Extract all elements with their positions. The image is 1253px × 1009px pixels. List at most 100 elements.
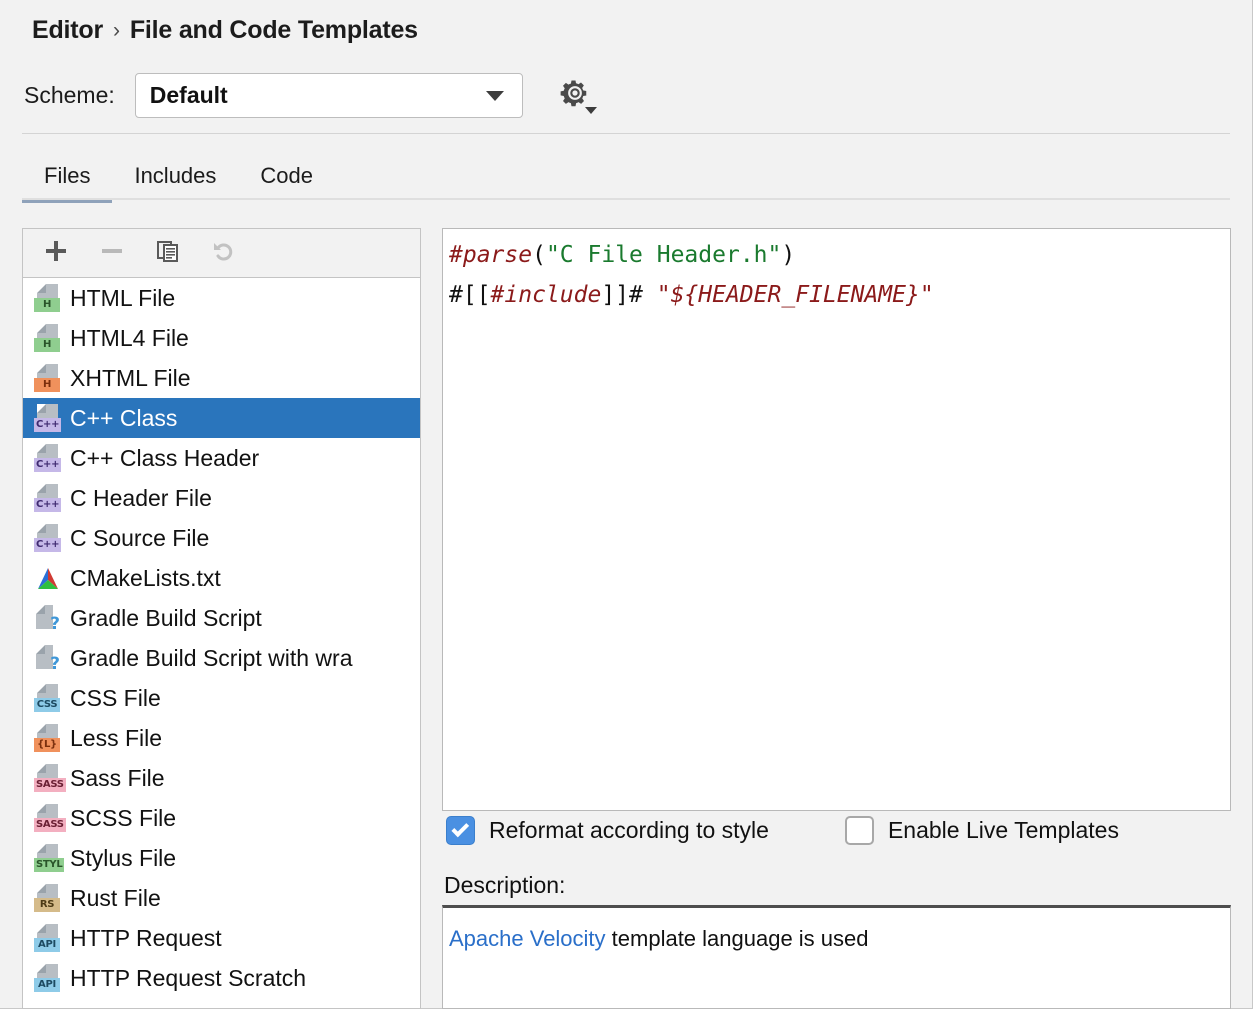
copy-button[interactable] (151, 236, 185, 270)
reset-button[interactable] (207, 236, 241, 270)
copy-icon (155, 238, 181, 269)
code-token-variable: "${HEADER_FILENAME}" (657, 282, 934, 308)
list-item-label: Rust File (70, 885, 161, 912)
http-file-icon: API (33, 963, 61, 993)
code-token-plain: ]]# (601, 282, 656, 308)
code-line: #[[#include]]# "${HEADER_FILENAME}" (449, 275, 1230, 315)
list-item[interactable]: STYLStylus File (23, 838, 420, 878)
list-item[interactable]: H HTML4 File (23, 318, 420, 358)
chevron-down-icon (585, 107, 597, 114)
remove-button[interactable] (95, 236, 129, 270)
list-item-label: HTTP Request Scratch (70, 965, 306, 992)
description-text: Apache Velocity template language is use… (443, 908, 1230, 952)
list-item[interactable]: API HTTP Request Scratch (23, 958, 420, 998)
code-token-directive: #parse (449, 242, 532, 268)
xhtml-file-icon: H (33, 363, 61, 393)
reformat-checkbox[interactable]: Reformat according to style (446, 816, 769, 845)
list-item[interactable]: SASSSCSS File (23, 798, 420, 838)
list-item-label: CMakeLists.txt (70, 565, 221, 592)
list-item-label: Gradle Build Script (70, 605, 262, 632)
code-token-string: "C File Header.h" (546, 242, 781, 268)
list-item-label: CSS File (70, 685, 161, 712)
checkbox-unchecked-icon (845, 816, 874, 845)
unknown-file-icon: ? (33, 643, 61, 673)
list-item[interactable]: SASS Sass File (23, 758, 420, 798)
list-item-label: Stylus File (70, 845, 176, 872)
list-item[interactable]: C++C Header File (23, 478, 420, 518)
tab-code[interactable]: Code (238, 163, 335, 203)
template-editor-code[interactable]: #parse("C File Header.h")#[[#include]]# … (443, 229, 1230, 315)
list-item-label: Sass File (70, 765, 165, 792)
list-item-label: HTML4 File (70, 325, 189, 352)
settings-dialog: Editor › File and Code Templates Scheme:… (0, 0, 1253, 1009)
breadcrumb-root[interactable]: Editor (32, 16, 103, 45)
code-line: #parse("C File Header.h") (449, 235, 1230, 275)
template-list[interactable]: HHTML FileHHTML4 FileHXHTML FileC++C++ C… (23, 278, 420, 1009)
cpp-file-icon: C++ (33, 483, 61, 513)
cpp-file-icon: C++ (33, 443, 61, 473)
rust-file-icon: RS (33, 883, 61, 913)
tab-includes-label: Includes (134, 163, 216, 188)
live-templates-checkbox[interactable]: Enable Live Templates (845, 816, 1119, 845)
tab-files[interactable]: Files (22, 163, 112, 203)
description-box: Apache Velocity template language is use… (442, 905, 1231, 1009)
tab-files-label: Files (44, 163, 90, 188)
description-label: Description: (444, 872, 565, 899)
breadcrumb-separator-icon: › (113, 19, 120, 43)
code-token-plain: ( (532, 242, 546, 268)
list-item-label: C Source File (70, 525, 209, 552)
cmake-icon (33, 564, 61, 592)
scheme-label: Scheme: (24, 82, 115, 109)
checkbox-checked-icon (446, 816, 475, 845)
live-templates-checkbox-label: Enable Live Templates (888, 817, 1119, 844)
http-file-icon: API (33, 923, 61, 953)
list-item-label: HTML File (70, 285, 175, 312)
template-list-toolbar (23, 229, 420, 278)
editor-options-row: Reformat according to style Enable Live … (446, 816, 1232, 845)
breadcrumb: Editor › File and Code Templates (32, 16, 418, 45)
html-file-icon: H (33, 323, 61, 353)
cpp-file-icon: C++ (33, 523, 61, 553)
list-item[interactable]: C++ C++ Class Header (23, 438, 420, 478)
scheme-selected-value: Default (150, 82, 228, 109)
sass-file-icon: SASS (33, 763, 61, 793)
list-item-label: C++ Class (70, 405, 177, 432)
plus-icon (43, 238, 69, 269)
scheme-settings-button[interactable] (555, 76, 595, 116)
sass-file-icon: SASS (33, 803, 61, 833)
tab-code-label: Code (260, 163, 313, 188)
list-item[interactable]: {L}Less File (23, 718, 420, 758)
template-editor[interactable]: #parse("C File Header.h")#[[#include]]# … (442, 228, 1231, 811)
list-item[interactable]: C++ C Source File (23, 518, 420, 558)
code-token-plain: ) (781, 242, 795, 268)
template-list-panel: HHTML FileHHTML4 FileHXHTML FileC++C++ C… (22, 228, 421, 1009)
scheme-row: Scheme: Default (24, 73, 595, 118)
add-button[interactable] (39, 236, 73, 270)
list-item[interactable]: RS Rust File (23, 878, 420, 918)
html-file-icon: H (33, 283, 61, 313)
header-divider (22, 133, 1230, 134)
code-token-plain: #[[ (449, 282, 491, 308)
list-item[interactable]: API HTTP Request (23, 918, 420, 958)
list-item-label: Gradle Build Script with wra (70, 645, 353, 672)
list-item[interactable]: H HTML File (23, 278, 420, 318)
less-file-icon: {L} (33, 723, 61, 753)
list-item-label: HTTP Request (70, 925, 222, 952)
apache-velocity-link[interactable]: Apache Velocity (449, 926, 606, 951)
list-item[interactable]: CMakeLists.txt (23, 558, 420, 598)
list-item[interactable]: H XHTML File (23, 358, 420, 398)
chevron-down-icon (486, 91, 504, 101)
page-title: File and Code Templates (130, 16, 418, 45)
list-item[interactable]: ? Gradle Build Script with wra (23, 638, 420, 678)
list-item[interactable]: C++C++ Class (23, 398, 420, 438)
description-rest: template language is used (606, 926, 869, 951)
undo-icon (210, 237, 238, 270)
list-item-label: C++ Class Header (70, 445, 259, 472)
code-token-directive: #include (491, 282, 602, 308)
list-item[interactable]: CSS CSS File (23, 678, 420, 718)
scheme-select[interactable]: Default (135, 73, 523, 118)
list-item-label: XHTML File (70, 365, 191, 392)
tab-includes[interactable]: Includes (112, 163, 238, 203)
list-item[interactable]: ?Gradle Build Script (23, 598, 420, 638)
css-file-icon: CSS (33, 683, 61, 713)
